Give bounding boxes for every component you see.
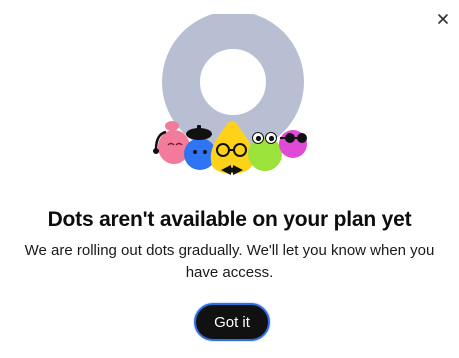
magenta-dot-character — [279, 130, 307, 158]
dots-characters-illustration — [150, 11, 315, 176]
dialog-message: We are rolling out dots gradually. We'll… — [24, 242, 435, 281]
close-button[interactable] — [432, 8, 454, 30]
green-dot-character — [248, 132, 282, 171]
close-icon — [432, 8, 454, 30]
dialog-title: Dots aren't available on your plan yet — [47, 208, 412, 231]
ring-shape — [162, 11, 304, 153]
dots-unavailable-dialog: Dots aren't available on your plan yet W… — [0, 0, 459, 358]
got-it-button[interactable]: Got it — [194, 303, 270, 341]
